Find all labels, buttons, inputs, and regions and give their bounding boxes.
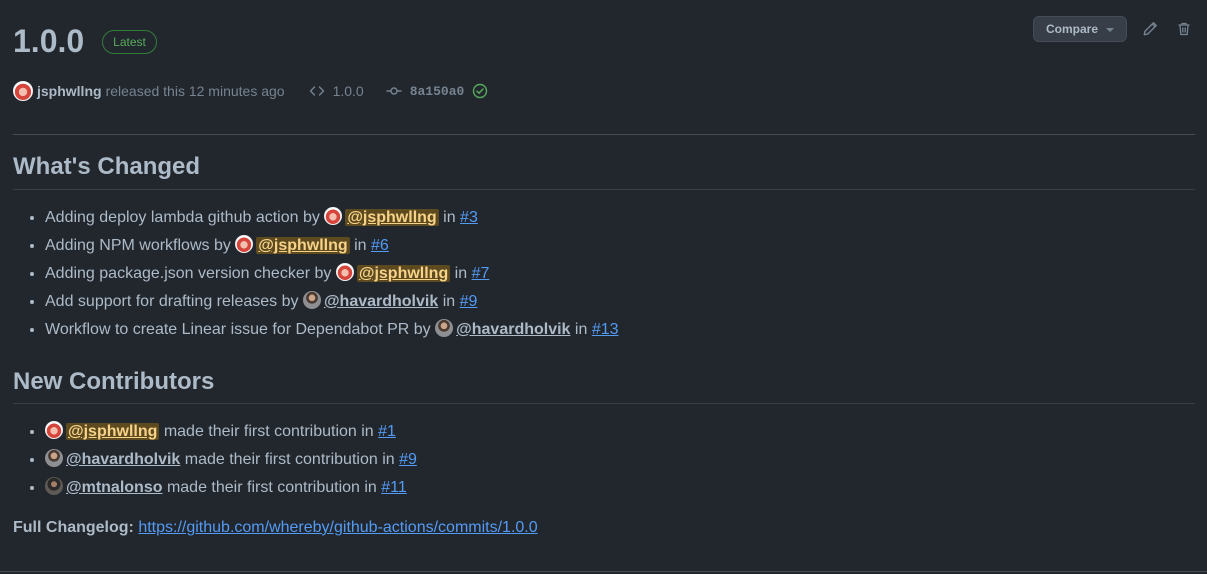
- pencil-icon: [1143, 22, 1157, 36]
- caret-down-icon: [1106, 28, 1114, 32]
- user-mention[interactable]: @mtnalonso: [66, 479, 163, 496]
- changelog-label: Full Changelog:: [13, 519, 134, 536]
- list-item: Adding deploy lambda github action by @j…: [45, 204, 619, 232]
- release-title[interactable]: 1.0.0: [13, 22, 84, 60]
- avatar[interactable]: [45, 477, 63, 495]
- release-header: 1.0.0 Latest: [13, 22, 157, 60]
- in-text: in: [442, 293, 456, 310]
- list-item: @jsphwllng made their first contribution…: [45, 418, 417, 446]
- heading-rule: [13, 189, 1195, 190]
- avatar[interactable]: [302, 291, 321, 309]
- delete-button[interactable]: [1173, 18, 1195, 40]
- tag-label: 1.0.0: [332, 83, 364, 99]
- full-changelog: Full Changelog: https://github.com/where…: [13, 517, 538, 539]
- avatar[interactable]: [435, 319, 454, 337]
- new-contributors-heading: New Contributors: [13, 368, 215, 395]
- header-divider: [13, 134, 1195, 135]
- change-text: Adding NPM workflows by: [45, 237, 231, 254]
- pr-link[interactable]: #7: [472, 265, 490, 282]
- change-text: Add support for drafting releases by: [45, 293, 299, 310]
- change-text: Adding deploy lambda github action by: [45, 209, 320, 226]
- pr-link[interactable]: #13: [592, 321, 619, 338]
- release-actions: Compare: [1032, 16, 1195, 42]
- check-circle-icon[interactable]: [472, 83, 488, 99]
- git-commit-icon: [386, 87, 402, 95]
- user-mention[interactable]: @jsphwllng: [356, 265, 451, 282]
- avatar[interactable]: [45, 449, 63, 467]
- compare-button[interactable]: Compare: [1032, 16, 1127, 42]
- pr-link[interactable]: #1: [378, 423, 396, 440]
- author-link[interactable]: jsphwllng: [37, 83, 102, 99]
- commit-link[interactable]: 8a150a0: [386, 83, 489, 99]
- in-text: in: [574, 321, 588, 338]
- change-text: Workflow to create Linear issue for Depe…: [45, 321, 431, 338]
- user-mention[interactable]: @jsphwllng: [345, 209, 439, 226]
- release-card: 1.0.0 Latest Compare jsphwllng released …: [13, 0, 1195, 574]
- user-mention[interactable]: @havardholvik: [456, 321, 570, 338]
- list-item: @havardholvik made their first contribut…: [45, 446, 417, 474]
- trash-icon: [1178, 22, 1190, 36]
- contribution-text: made their first contribution in: [163, 423, 374, 440]
- changelog-link[interactable]: https://github.com/whereby/github-action…: [138, 519, 537, 536]
- pr-link[interactable]: #9: [460, 293, 478, 310]
- released-time: released this 12 minutes ago: [105, 83, 285, 99]
- whats-changed-heading: What's Changed: [13, 153, 201, 180]
- edit-button[interactable]: [1139, 18, 1161, 40]
- changes-list: Adding deploy lambda github action by @j…: [13, 204, 619, 344]
- compare-label: Compare: [1045, 22, 1098, 36]
- list-item: @mtnalonso made their first contribution…: [45, 474, 417, 502]
- code-icon: [309, 86, 324, 96]
- list-item: Workflow to create Linear issue for Depe…: [45, 316, 619, 344]
- pr-link[interactable]: #6: [371, 237, 389, 254]
- release-meta: jsphwllng released this 12 minutes ago 1…: [13, 80, 488, 102]
- pr-link[interactable]: #11: [381, 479, 407, 496]
- author-avatar[interactable]: [13, 81, 33, 101]
- contributors-list: @jsphwllng made their first contribution…: [13, 418, 417, 502]
- change-text: Adding package.json version checker by: [45, 265, 332, 282]
- in-text: in: [454, 265, 468, 282]
- list-item: Adding package.json version checker by @…: [45, 260, 619, 288]
- contribution-text: made their first contribution in: [166, 479, 377, 496]
- avatar[interactable]: [324, 207, 343, 225]
- user-mention[interactable]: @jsphwllng: [66, 423, 160, 440]
- heading-rule: [13, 403, 1195, 404]
- in-text: in: [443, 209, 456, 226]
- commit-sha: 8a150a0: [409, 83, 465, 99]
- in-text: in: [354, 237, 367, 254]
- user-mention[interactable]: @havardholvik: [324, 293, 438, 310]
- list-item: Adding NPM workflows by @jsphwllng in #6: [45, 232, 619, 260]
- bottom-divider: [0, 571, 1207, 572]
- pr-link[interactable]: #3: [460, 209, 478, 226]
- pr-link[interactable]: #9: [399, 451, 417, 468]
- avatar[interactable]: [45, 421, 63, 439]
- latest-badge: Latest: [102, 30, 157, 54]
- tag-link[interactable]: 1.0.0: [309, 83, 364, 99]
- avatar[interactable]: [235, 235, 254, 253]
- list-item: Add support for drafting releases by @ha…: [45, 288, 619, 316]
- contribution-text: made their first contribution in: [184, 451, 395, 468]
- user-mention[interactable]: @havardholvik: [66, 451, 180, 468]
- user-mention[interactable]: @jsphwllng: [256, 237, 350, 254]
- avatar[interactable]: [335, 263, 354, 281]
